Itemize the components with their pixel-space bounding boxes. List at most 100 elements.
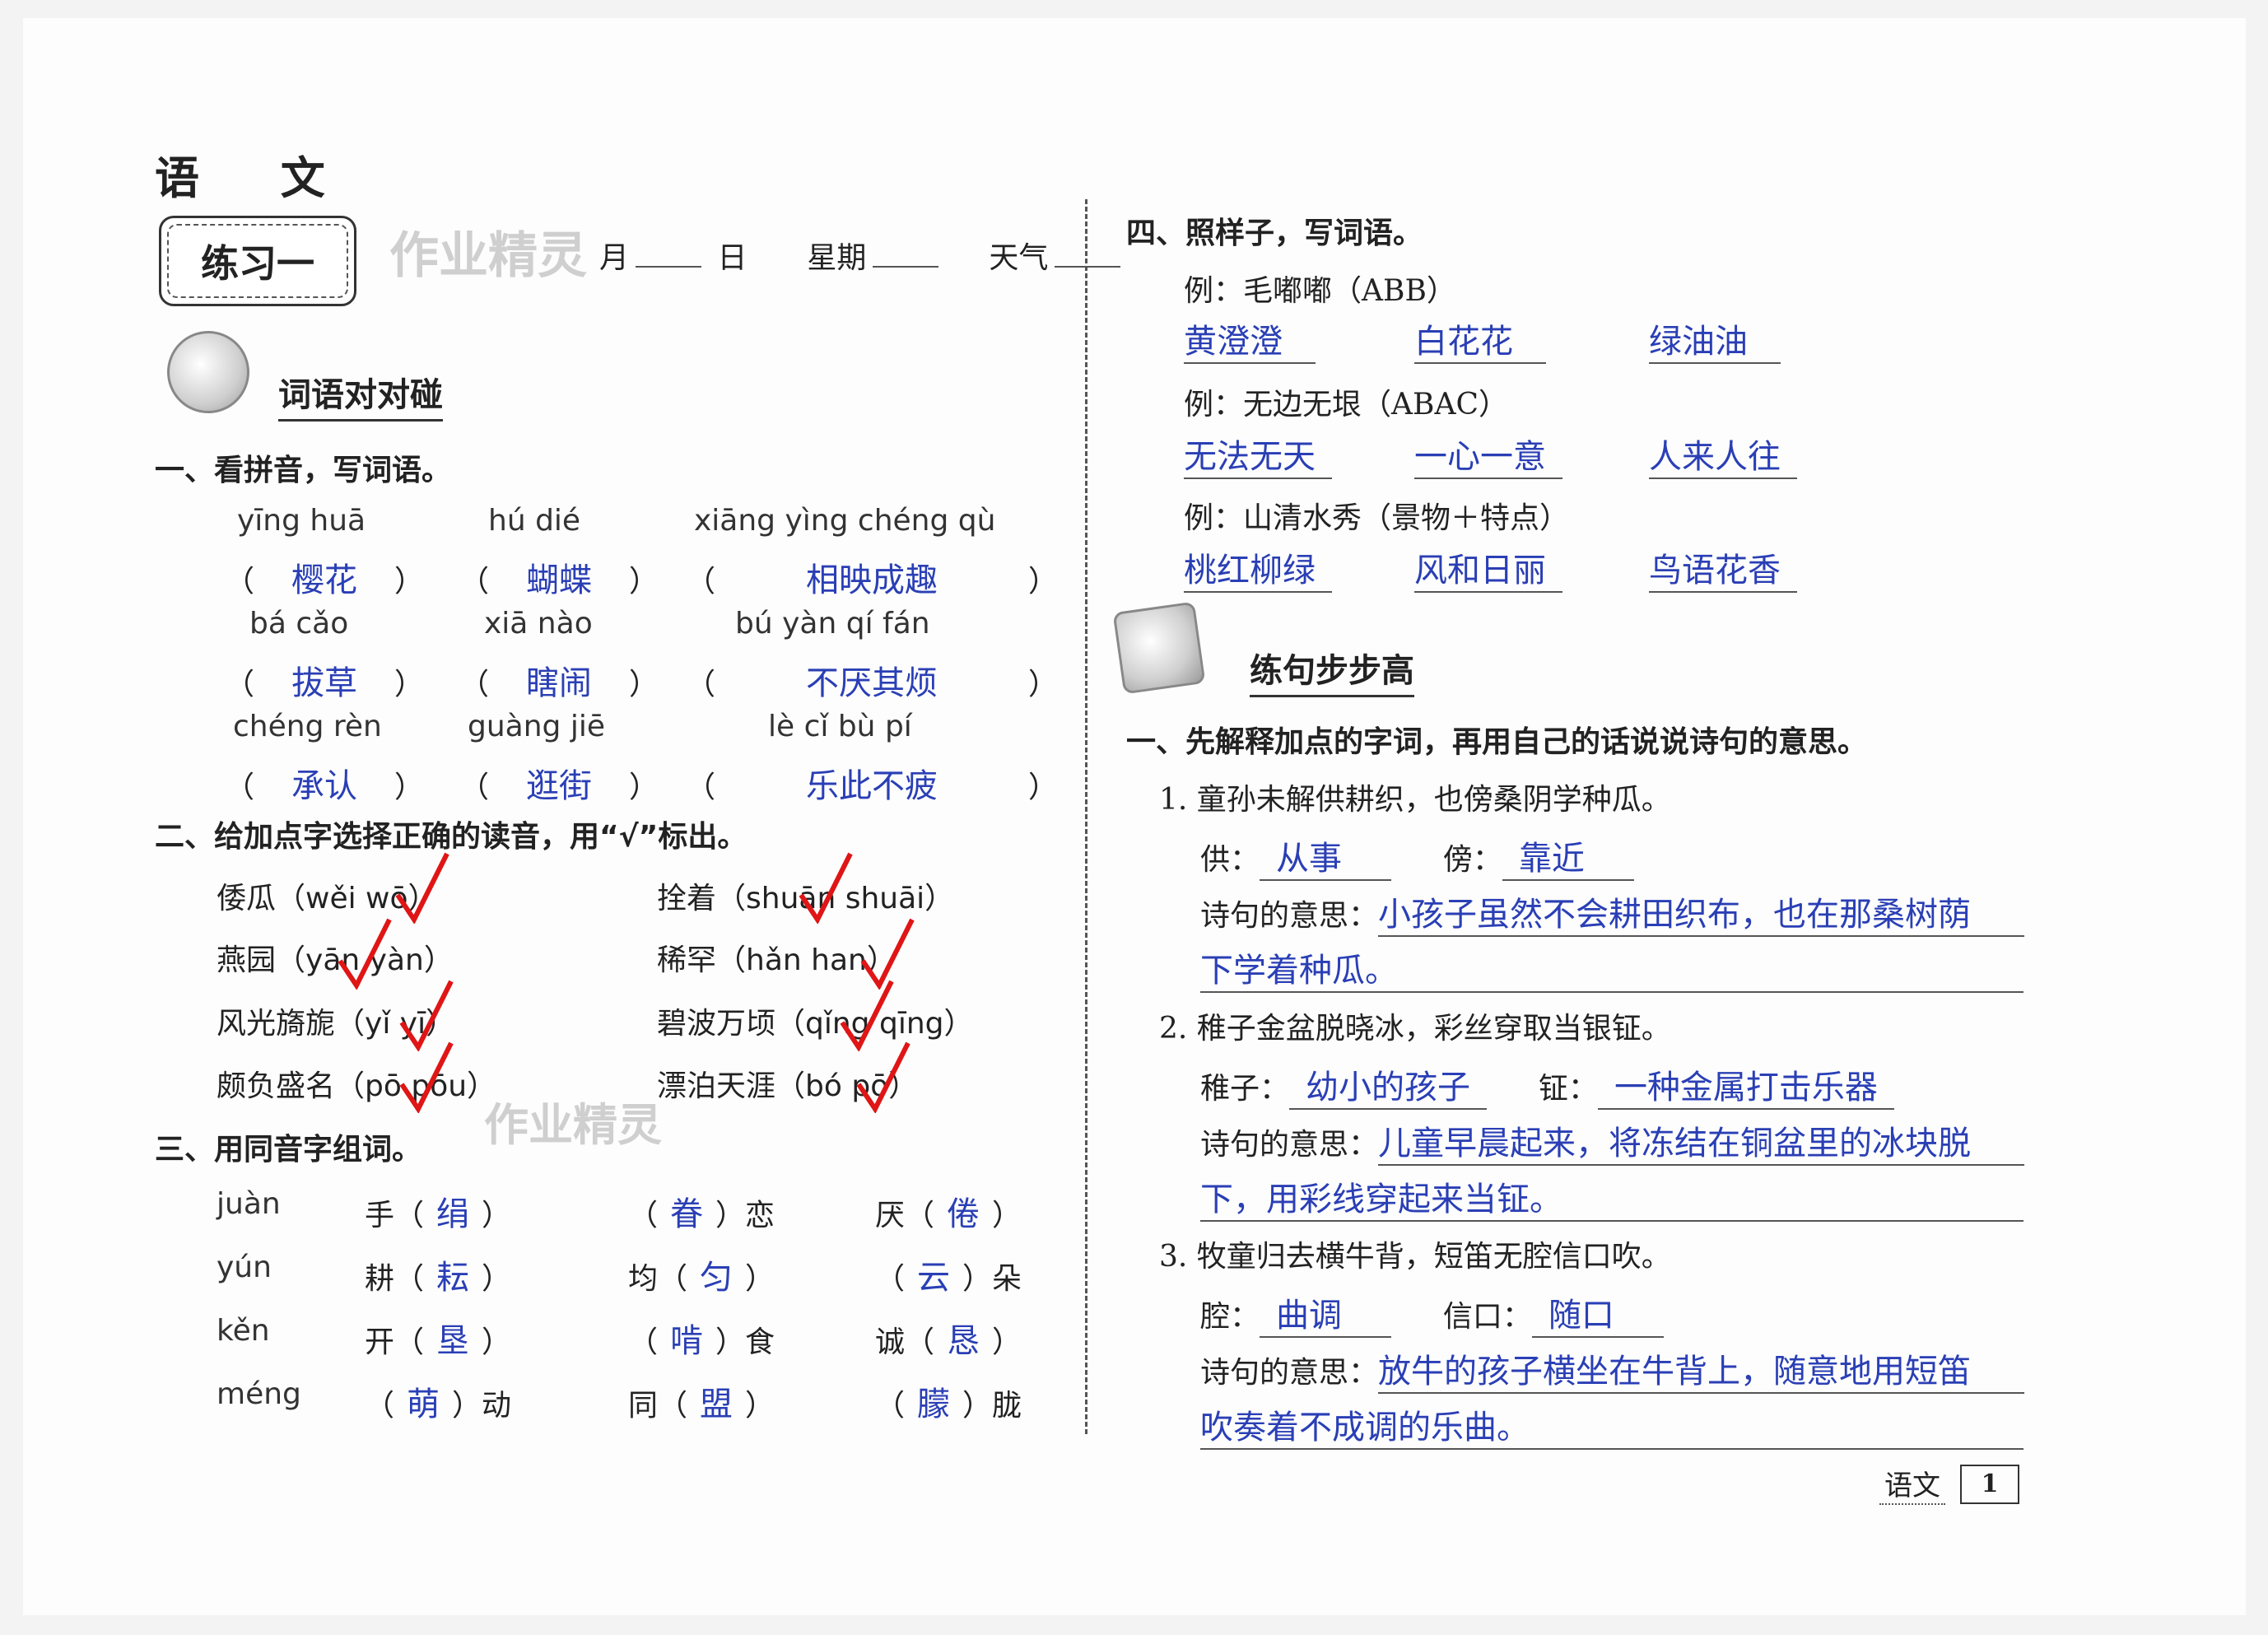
- subject-title: 语 文: [155, 151, 358, 204]
- pinyin: bú yàn qí fán: [735, 607, 930, 640]
- answer-text: 吹奏着不成调的乐曲。: [1200, 1400, 2024, 1450]
- answer-text: 绢: [436, 1195, 470, 1233]
- answer-text: 恳: [947, 1322, 980, 1360]
- homophone-item: 耕（耘）: [365, 1251, 511, 1298]
- answer-text: 萌: [407, 1386, 440, 1423]
- homophone-item: （萌）动: [365, 1377, 511, 1425]
- answer-text: 不厌其烦: [806, 664, 938, 702]
- answer-text: 承认: [291, 767, 358, 805]
- term-label: 供：: [1200, 843, 1260, 877]
- answer-text: 眷: [670, 1195, 704, 1233]
- word: 风光旖旎: [217, 1007, 336, 1041]
- answer-bracket: （樱花）: [225, 553, 424, 601]
- answer-text: 靠近: [1502, 831, 1634, 881]
- meaning-label: 诗句的意思：: [1200, 1128, 1379, 1162]
- answer-bracket: （乐此不疲）: [686, 759, 1058, 807]
- answer-text: 曲调: [1260, 1288, 1392, 1338]
- word: 碧波万顷: [657, 1007, 776, 1041]
- worksheet-page: 语 文 练习一 作业精灵 月 日 星期 天气 词语对对碰 一、看拼音，写词语。 …: [23, 18, 2246, 1615]
- example-label: 例：毛嘟嘟（ABB）: [1184, 274, 1456, 308]
- pinyin: chéng rèn: [233, 710, 382, 743]
- answer-bracket: （逛街）: [459, 759, 659, 807]
- word: 拴着: [657, 882, 717, 915]
- answer-text: 一种金属打击乐器: [1597, 1060, 1894, 1110]
- answer-text: 人来人往: [1649, 430, 1797, 479]
- word: 倭瓜: [217, 882, 277, 915]
- pinyin: xiāng yìng chéng qù: [694, 504, 996, 538]
- suffix-char: 动: [482, 1389, 512, 1423]
- suffix-char: 朵: [992, 1262, 1022, 1296]
- answer-text: 瞎闹: [526, 664, 593, 702]
- answer-text: 樱花: [291, 561, 358, 599]
- answer-text: 风和日丽: [1414, 543, 1562, 593]
- answer-text: 相映成趣: [806, 561, 938, 599]
- term-label: 傍：: [1442, 843, 1502, 877]
- exercise-label: 练习一: [201, 241, 314, 286]
- pinyin: méng: [217, 1377, 301, 1411]
- term-label: 钲：: [1538, 1072, 1598, 1106]
- term-label: 稚子：: [1200, 1072, 1290, 1106]
- meaning-row: 诗句的意思：小孩子虽然不会耕田织布，也在那桑树荫: [1200, 887, 2025, 937]
- weekday-label: 星期: [807, 241, 867, 275]
- answer-text: 蝴蝶: [526, 561, 593, 599]
- q5-heading: 一、先解释加点的字词，再用自己的话说说诗句的意思。: [1126, 725, 1868, 759]
- page-number: 1: [1960, 1464, 2019, 1504]
- q3-heading: 三、用同音字组词。: [155, 1133, 422, 1167]
- section-title-sentences: 练句步步高: [1250, 644, 1414, 697]
- prefix-char: 手: [365, 1199, 395, 1232]
- pinyin: guàng jiē: [468, 710, 605, 743]
- prefix-char: 均: [628, 1262, 659, 1296]
- homophone-item: 手（绢）: [365, 1187, 511, 1235]
- answer-text: 白花花: [1414, 314, 1546, 364]
- answer-text: 幼小的孩子: [1289, 1060, 1488, 1110]
- word: 燕园: [217, 943, 277, 977]
- check-mark-icon: [856, 1041, 910, 1113]
- prefix-char: 厌: [875, 1199, 906, 1232]
- q1-heading: 一、看拼音，写词语。: [155, 454, 452, 487]
- suffix-char: 食: [745, 1325, 775, 1359]
- answer-text: 小孩子虽然不会耕田织布，也在那桑树荫: [1378, 887, 2025, 937]
- answer-text: 下，用彩线穿起来当钲。: [1200, 1172, 2024, 1222]
- answer-bracket: （蝴蝶）: [459, 553, 659, 601]
- homophone-item: （眷）恋: [628, 1187, 775, 1235]
- pinyin: yīng huā: [237, 504, 366, 538]
- word: 颇负盛名: [217, 1069, 336, 1103]
- q4-heading: 四、照样子，写词语。: [1126, 217, 1423, 250]
- answer-bracket: （相映成趣）: [686, 553, 1058, 601]
- answer-text: 啃: [670, 1322, 704, 1360]
- answer-text: 倦: [947, 1195, 980, 1233]
- check-mark-icon: [399, 1041, 454, 1113]
- answer-text: 儿童早晨起来，将冻结在铜盆里的冰块脱: [1378, 1116, 2025, 1166]
- answer-text: 一心一意: [1414, 430, 1562, 479]
- answer-text: 朦: [917, 1386, 951, 1423]
- pinyin: bá cǎo: [249, 607, 349, 640]
- page-footer: 语文 1: [1879, 1463, 2019, 1505]
- answer-text: 云: [917, 1259, 951, 1297]
- word: 漂泊天涯: [657, 1069, 776, 1103]
- reading-item: 碧波万顷（qǐng qīng）: [657, 999, 974, 1042]
- homophone-item: 诚（恳）: [875, 1314, 1022, 1362]
- date-line: 月 日 星期 天气: [599, 234, 1127, 277]
- homophone-item: （云）朵: [875, 1251, 1022, 1298]
- watermark: 作业精灵: [389, 227, 587, 285]
- magnifier-icon: [167, 331, 249, 413]
- prefix-char: 诚: [875, 1325, 906, 1359]
- answer-text: 绿油油: [1649, 314, 1781, 364]
- reading-item: 燕园（yān yàn）: [217, 936, 454, 979]
- answer-text: 鸟语花香: [1649, 543, 1797, 593]
- answer-text: 盟: [700, 1386, 733, 1423]
- suffix-char: 恋: [745, 1199, 775, 1232]
- watermark: 作业精灵: [484, 1099, 662, 1151]
- pinyin: xiā nào: [484, 607, 593, 640]
- answer-text: 无法无天: [1184, 430, 1332, 479]
- pinyin: hú dié: [488, 504, 581, 538]
- answer-text: 拔草: [291, 664, 358, 702]
- homophone-item: （朦）胧: [875, 1377, 1022, 1425]
- weather-label: 天气: [989, 241, 1049, 275]
- footer-subject: 语文: [1879, 1463, 1945, 1505]
- homophone-item: 厌（倦）: [875, 1187, 1022, 1235]
- answer-text: 下学着种瓜。: [1200, 943, 2024, 993]
- section-title-words: 词语对对碰: [278, 368, 443, 422]
- prefix-char: 开: [365, 1325, 395, 1359]
- pinyin: yún: [217, 1251, 272, 1284]
